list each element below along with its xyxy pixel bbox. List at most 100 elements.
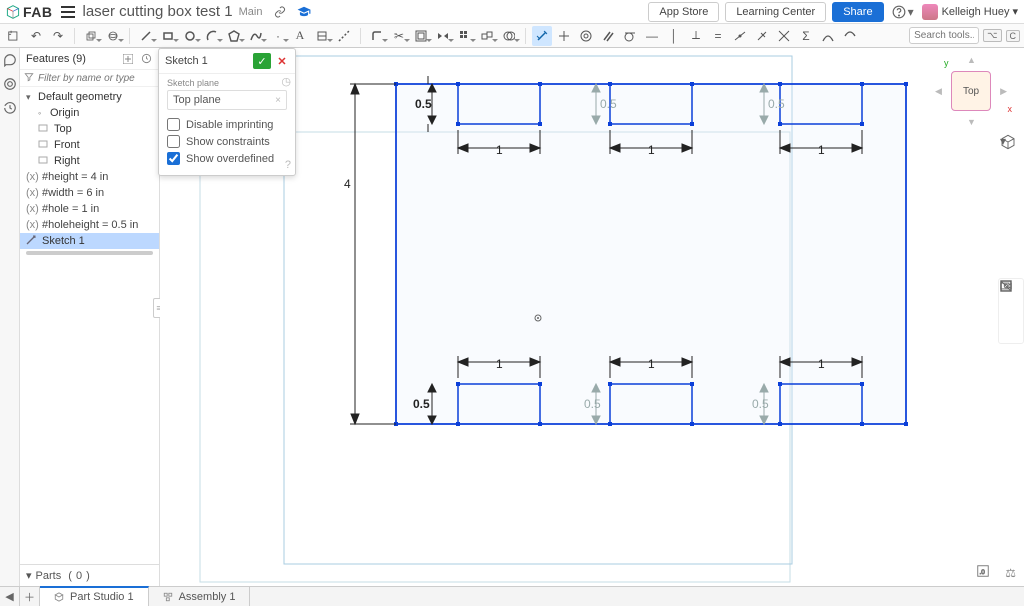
comment-icon[interactable]: [2, 52, 18, 68]
tree-origin[interactable]: ◦Origin: [20, 105, 159, 121]
project-tool-icon[interactable]: [312, 26, 332, 46]
branch-label[interactable]: Main: [239, 6, 263, 18]
share-button[interactable]: Share: [832, 2, 883, 22]
tree-sketch1[interactable]: Sketch 1: [20, 233, 159, 249]
revolve-icon[interactable]: [103, 26, 123, 46]
tree-default-geometry[interactable]: ▾Default geometry: [20, 89, 159, 105]
pattern-tool-icon[interactable]: [455, 26, 475, 46]
tab-assembly[interactable]: Assembly 1: [149, 587, 251, 606]
menu-icon[interactable]: [61, 6, 75, 18]
hide-panel-icon[interactable]: ◀: [0, 587, 20, 606]
tree-var-width[interactable]: (x)#width = 6 in: [20, 185, 159, 201]
transform-tool-icon[interactable]: [477, 26, 497, 46]
user-menu[interactable]: Kelleigh Huey ▾: [942, 5, 1018, 18]
tab-part-studio[interactable]: Part Studio 1: [40, 586, 149, 606]
clear-plane-icon[interactable]: ×: [275, 95, 281, 106]
text-tool-icon[interactable]: A: [290, 26, 310, 46]
mirror-tool-icon[interactable]: [433, 26, 453, 46]
feature-filter-input[interactable]: [38, 73, 172, 84]
extrude-icon[interactable]: [81, 26, 101, 46]
point-tool-icon[interactable]: ·: [268, 26, 288, 46]
fix-constraint-icon[interactable]: [818, 26, 838, 46]
tree-plane-right[interactable]: Right: [20, 153, 159, 169]
view-cube-face[interactable]: Top: [951, 71, 991, 111]
offset-tool-icon[interactable]: [411, 26, 431, 46]
sketch-plane-field[interactable]: Top plane×: [167, 90, 287, 110]
logo-cube-icon: [6, 5, 20, 19]
tree-var-hole[interactable]: (x)#hole = 1 in: [20, 201, 159, 217]
redo-icon[interactable]: ↷: [48, 26, 68, 46]
vertical-constraint-icon[interactable]: │: [664, 26, 684, 46]
arc-tool-icon[interactable]: [202, 26, 222, 46]
history-icon[interactable]: [2, 100, 18, 116]
dimension-tool-icon[interactable]: [532, 26, 552, 46]
tree-var-height[interactable]: (x)#height = 4 in: [20, 169, 159, 185]
tangent-constraint-icon[interactable]: [620, 26, 640, 46]
construction-icon[interactable]: [334, 26, 354, 46]
dialog-help-icon[interactable]: ?: [285, 159, 291, 171]
tree-plane-top[interactable]: Top: [20, 121, 159, 137]
graduation-icon[interactable]: [296, 4, 312, 20]
document-title[interactable]: laser cutting box test 1: [83, 3, 233, 20]
view-cube[interactable]: ▲ ▼ ◀ ▶ Top x y: [936, 56, 1006, 126]
polygon-tool-icon[interactable]: [224, 26, 244, 46]
concentric-constraint-icon[interactable]: [576, 26, 596, 46]
part-studio-icon: [54, 592, 64, 602]
rollback-bar[interactable]: [26, 251, 153, 255]
hide-show-icon[interactable]: [1003, 303, 1019, 319]
feature-tree: ▾Default geometry ◦Origin Top Front Righ…: [20, 87, 159, 259]
sketch-plane-label: Sketch plane: [167, 78, 287, 88]
equal-constraint-icon[interactable]: =: [708, 26, 728, 46]
main-toolbar: ↶ ↷ · A ✂ — │ ⟂ = Σ ⌥ C: [0, 24, 1024, 48]
camera-icon[interactable]: [1003, 323, 1019, 339]
line-tool-icon[interactable]: [136, 26, 156, 46]
show-constraints-checkbox[interactable]: Show constraints: [167, 133, 287, 150]
fillet-tool-icon[interactable]: [367, 26, 387, 46]
curve-constraint-icon[interactable]: [840, 26, 860, 46]
app-logo[interactable]: FAB: [6, 4, 53, 20]
learning-center-button[interactable]: Learning Center: [725, 2, 826, 22]
confirm-sketch-button[interactable]: ✓: [253, 53, 271, 69]
add-tab-button[interactable]: ＋: [20, 587, 40, 606]
tree-var-holeheight[interactable]: (x)#holeheight = 0.5 in: [20, 217, 159, 233]
features-title: Features: [26, 53, 69, 65]
intersect-tool-icon[interactable]: [499, 26, 519, 46]
tool-search-input[interactable]: [909, 27, 979, 44]
dialog-history-icon[interactable]: ◷: [281, 75, 291, 88]
trim-tool-icon[interactable]: ✂: [389, 26, 409, 46]
normal-constraint-icon[interactable]: [752, 26, 772, 46]
rollback-icon[interactable]: [139, 52, 153, 66]
logo-text: FAB: [23, 4, 53, 20]
circle-tool-icon[interactable]: [180, 26, 200, 46]
user-avatar[interactable]: [922, 4, 938, 20]
app-store-button[interactable]: App Store: [648, 2, 719, 22]
tree-plane-front[interactable]: Front: [20, 137, 159, 153]
dim-notch-w-top-2: 1: [648, 143, 655, 157]
rect-tool-icon[interactable]: [158, 26, 178, 46]
cancel-sketch-button[interactable]: ✕: [275, 53, 289, 69]
horizontal-constraint-icon[interactable]: —: [642, 26, 662, 46]
target-icon[interactable]: [2, 76, 18, 92]
funnel-icon[interactable]: [24, 72, 34, 84]
help-icon[interactable]: ▾: [892, 5, 914, 19]
bottom-tabs: ◀ ＋ Part Studio 1 Assembly 1: [0, 586, 1024, 606]
show-overdefined-checkbox[interactable]: Show overdefined: [167, 150, 287, 167]
coincident-constraint-icon[interactable]: [554, 26, 574, 46]
add-feature-icon[interactable]: [121, 52, 135, 66]
dim-notch-h-2: 0.5: [600, 97, 617, 111]
perpendicular-constraint-icon[interactable]: ⟂: [686, 26, 706, 46]
iso-cube-icon[interactable]: ▾: [1000, 134, 1006, 148]
sketch-tool-icon[interactable]: [4, 26, 24, 46]
units-icon[interactable]: ⚖: [1005, 566, 1016, 580]
spline-tool-icon[interactable]: [246, 26, 266, 46]
disable-imprinting-checkbox[interactable]: Disable imprinting: [167, 116, 287, 133]
symmetric-constraint-icon[interactable]: Σ: [796, 26, 816, 46]
undo-icon[interactable]: ↶: [26, 26, 46, 46]
parallel-constraint-icon[interactable]: [598, 26, 618, 46]
shortcut-key-2: C: [1006, 30, 1021, 42]
link-icon[interactable]: [272, 4, 288, 20]
precision-icon[interactable]: .0: [976, 564, 992, 580]
parts-section[interactable]: ▾Parts (0): [20, 564, 159, 586]
pierce-constraint-icon[interactable]: [774, 26, 794, 46]
midpoint-constraint-icon[interactable]: [730, 26, 750, 46]
